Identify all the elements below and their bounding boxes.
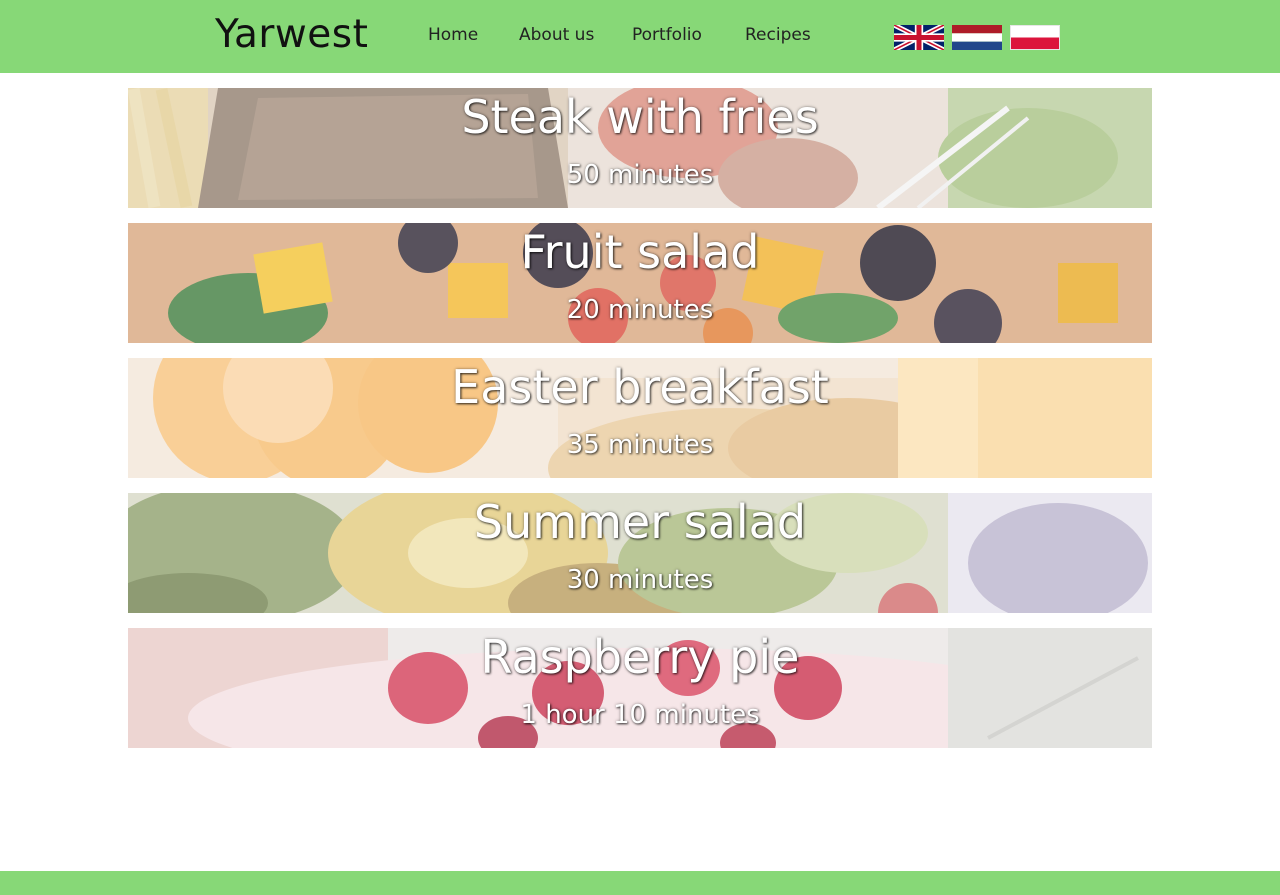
site-footer xyxy=(0,871,1280,895)
nav-recipes[interactable]: Recipes xyxy=(745,24,811,46)
recipe-card-steak-with-fries[interactable]: Steak with fries 50 minutes xyxy=(128,88,1152,208)
recipe-time: 30 minutes xyxy=(566,565,714,595)
recipe-card-easter-breakfast[interactable]: Easter breakfast 35 minutes xyxy=(128,358,1152,478)
recipe-time: 35 minutes xyxy=(566,430,714,460)
recipe-time: 50 minutes xyxy=(566,160,714,190)
nav-portfolio[interactable]: Portfolio xyxy=(632,24,702,46)
recipe-title: Steak with fries xyxy=(461,90,819,144)
recipe-time: 20 minutes xyxy=(566,295,714,325)
site-logo[interactable]: Yarwest xyxy=(215,10,368,60)
nav-about-us[interactable]: About us xyxy=(519,24,594,46)
recipe-title: Raspberry pie xyxy=(480,630,800,684)
recipe-time: 1 hour 10 minutes xyxy=(520,700,760,730)
recipe-card-summer-salad[interactable]: Summer salad 30 minutes xyxy=(128,493,1152,613)
site-header: Yarwest Home About us Portfolio Recipes xyxy=(0,0,1280,73)
recipe-card-raspberry-pie[interactable]: Raspberry pie 1 hour 10 minutes xyxy=(128,628,1152,748)
recipe-card-fruit-salad[interactable]: Fruit salad 20 minutes xyxy=(128,223,1152,343)
nav-home[interactable]: Home xyxy=(428,24,478,46)
netherlands-flag-icon[interactable] xyxy=(952,25,1002,50)
recipe-title: Easter breakfast xyxy=(451,360,829,414)
recipe-title: Fruit salad xyxy=(520,225,760,279)
uk-flag-icon[interactable] xyxy=(894,25,944,50)
recipe-title: Summer salad xyxy=(473,495,807,549)
poland-flag-icon[interactable] xyxy=(1010,25,1060,50)
